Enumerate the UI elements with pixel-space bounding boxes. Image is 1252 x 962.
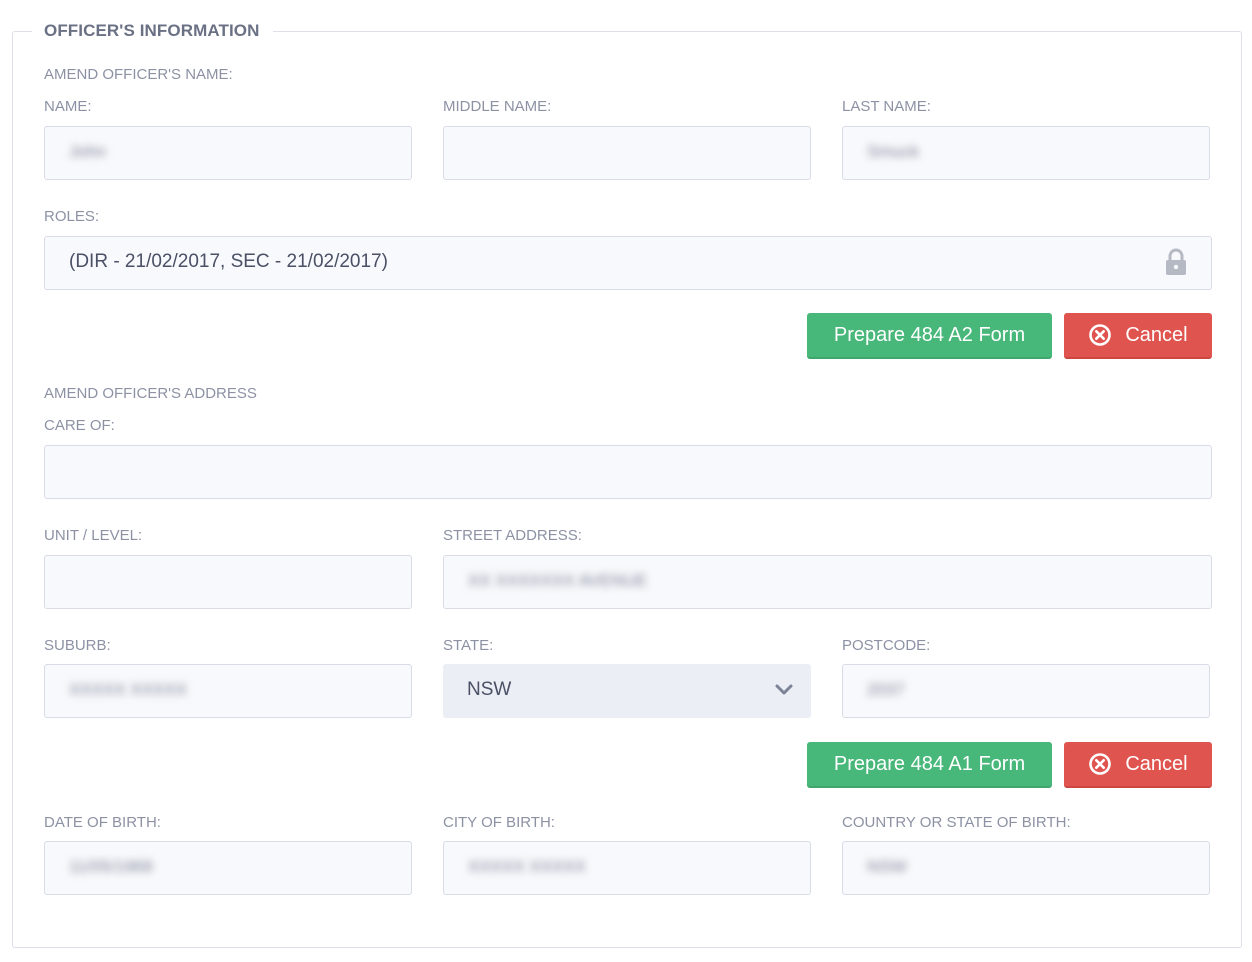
suburb-field[interactable]: XXXXX XXXXX [44, 664, 412, 718]
prepare-a2-form-button[interactable]: Prepare 484 A2 Form [807, 313, 1052, 359]
roles-label: ROLES: [44, 208, 100, 225]
middle-name-label: MIDDLE NAME: [443, 98, 552, 115]
middle-name-field[interactable] [443, 126, 811, 180]
amend-name-heading: AMEND OFFICER'S NAME: [44, 66, 233, 83]
street-address-value: XX XXXXXXX AVENUE [468, 571, 648, 590]
city-of-birth-field[interactable]: XXXXX XXXXX [443, 841, 811, 895]
unit-level-label: UNIT / LEVEL: [44, 527, 143, 544]
state-value: NSW [467, 679, 512, 700]
cancel-address-label: Cancel [1125, 752, 1188, 775]
country-of-birth-value: NSW [867, 857, 907, 876]
chevron-down-icon [775, 684, 793, 695]
roles-field: (DIR - 21/02/2017, SEC - 21/02/2017) [44, 236, 1212, 290]
last-name-label: LAST NAME: [842, 98, 931, 115]
city-of-birth-value: XXXXX XXXXX [468, 857, 587, 876]
suburb-value: XXXXX XXXXX [69, 680, 188, 699]
country-of-birth-field[interactable]: NSW [842, 841, 1210, 895]
amend-address-heading: AMEND OFFICER'S ADDRESS [44, 385, 257, 402]
lock-icon [1166, 248, 1186, 275]
date-of-birth-value: 11/05/1968 [69, 857, 153, 876]
street-address-field[interactable]: XX XXXXXXX AVENUE [443, 555, 1212, 609]
state-select[interactable]: NSW [443, 664, 811, 718]
city-of-birth-label: CITY OF BIRTH: [443, 814, 555, 831]
date-of-birth-label: DATE OF BIRTH: [44, 814, 161, 831]
close-circle-icon [1089, 753, 1112, 775]
postcode-field[interactable]: 2037 [842, 664, 1210, 718]
first-name-field[interactable]: John [44, 126, 412, 180]
last-name-value: Smuck [867, 142, 919, 161]
postcode-value: 2037 [867, 680, 905, 699]
first-name-value: John [69, 142, 106, 161]
last-name-field[interactable]: Smuck [842, 126, 1210, 180]
care-of-field[interactable] [44, 445, 1212, 499]
close-circle-icon [1089, 324, 1112, 346]
prepare-a2-form-label: Prepare 484 A2 Form [833, 323, 1026, 346]
unit-level-field[interactable] [44, 555, 412, 609]
prepare-a1-form-button[interactable]: Prepare 484 A1 Form [807, 742, 1052, 788]
prepare-a1-form-label: Prepare 484 A1 Form [833, 752, 1026, 775]
state-label: STATE: [443, 637, 494, 654]
country-of-birth-label: COUNTRY OR STATE OF BIRTH: [842, 814, 1071, 831]
cancel-name-label: Cancel [1125, 323, 1188, 346]
date-of-birth-field[interactable]: 11/05/1968 [44, 841, 412, 895]
roles-value: (DIR - 21/02/2017, SEC - 21/02/2017) [69, 251, 388, 272]
cancel-address-button[interactable]: Cancel [1064, 742, 1212, 788]
care-of-label: CARE OF: [44, 417, 115, 434]
suburb-label: SUBURB: [44, 637, 111, 654]
fieldset-legend: OFFICER'S INFORMATION [32, 20, 274, 42]
street-address-label: STREET ADDRESS: [443, 527, 582, 544]
first-name-label: NAME: [44, 98, 92, 115]
postcode-label: POSTCODE: [842, 637, 931, 654]
cancel-name-button[interactable]: Cancel [1064, 313, 1212, 359]
